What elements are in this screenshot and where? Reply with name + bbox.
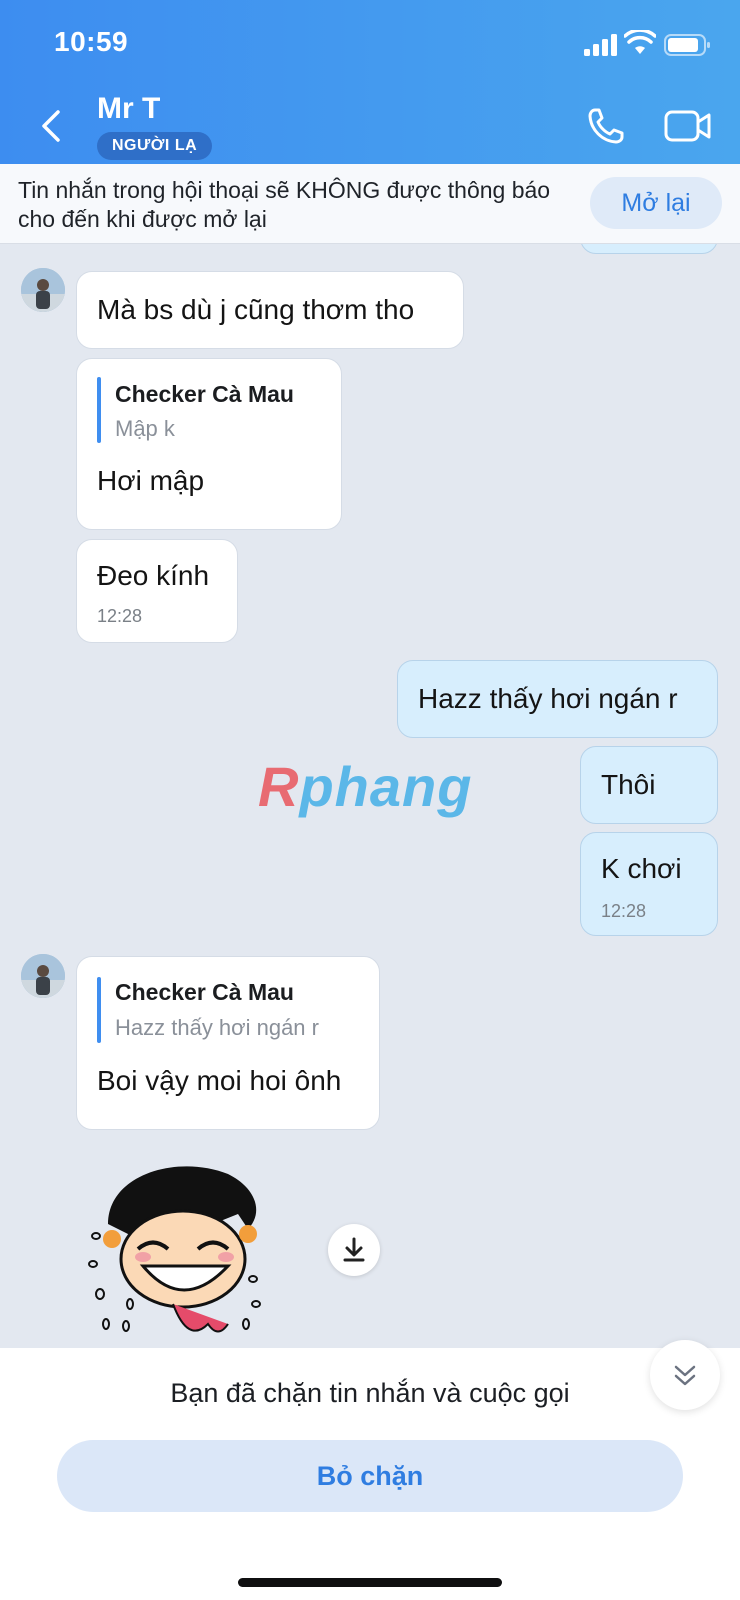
message-time: 12:28 [97, 606, 143, 626]
download-icon [343, 1237, 365, 1262]
message-text: Đeo kính [97, 560, 210, 591]
quote-bar [97, 377, 101, 443]
phone-icon[interactable] [586, 106, 626, 146]
sticker-image[interactable] [88, 1154, 273, 1348]
reopen-button[interactable]: Mở lại [590, 177, 722, 229]
message-bubble-reply[interactable]: Checker Cà Mau Hazz thấy hơi ngán r Boi … [76, 956, 380, 1130]
watermark-rest: phang [299, 755, 473, 818]
watermark-logo: Rphang [258, 754, 472, 819]
message-bubble-partial [580, 244, 718, 254]
download-button[interactable] [328, 1224, 380, 1276]
message-text: Hazz thấy hơi ngán r [418, 683, 678, 714]
blocked-panel: Bạn đã chặn tin nhắn và cuộc gọi Bỏ chặn [0, 1340, 740, 1600]
message-text: Thôi [601, 769, 656, 800]
quote-text: Hazz thấy hơi ngán r [115, 1015, 319, 1040]
notice-text: Tin nhắn trong hội thoại sẽ KHÔNG được t… [18, 177, 551, 232]
chat-header: 10:59 Mr T NGƯỜI LẠ [0, 0, 740, 164]
battery-icon [664, 34, 710, 56]
blocked-message: Bạn đã chặn tin nhắn và cuộc gọi [170, 1378, 570, 1408]
avatar[interactable] [21, 954, 65, 998]
quote-author: Checker Cà Mau [115, 979, 294, 1005]
message-bubble-mine[interactable]: Hazz thấy hơi ngán r [397, 660, 718, 738]
message-time: 12:28 [601, 901, 647, 921]
muted-notice: Tin nhắn trong hội thoại sẽ KHÔNG được t… [0, 164, 740, 244]
message-bubble[interactable]: Đeo kính 12:28 [76, 539, 238, 643]
message-bubble-mine[interactable]: Thôi [580, 746, 718, 824]
unblock-button[interactable]: Bỏ chặn [57, 1440, 683, 1512]
message-text: Hơi mập [97, 465, 205, 496]
message-bubble-reply[interactable]: Checker Cà Mau Mập k Hơi mập [76, 358, 342, 530]
signal-icon [584, 34, 617, 56]
message-bubble-mine[interactable]: K chơi 12:28 [580, 832, 718, 936]
stranger-badge: NGƯỜI LẠ [97, 132, 213, 160]
home-indicator[interactable] [238, 1578, 502, 1587]
avatar[interactable] [21, 268, 65, 312]
quote-text: Mập k [115, 416, 175, 441]
message-text: Boi vậy moi hoi ônh [97, 1065, 342, 1096]
chevron-double-down-icon [674, 1365, 696, 1386]
quote-author: Checker Cà Mau [115, 381, 294, 407]
message-bubble[interactable]: Mà bs dù j cũng thơm tho [76, 271, 464, 349]
wifi-icon [624, 30, 656, 54]
quote-bar [97, 977, 101, 1043]
message-list[interactable]: Mà bs dù j cũng thơm tho Checker Cà Mau … [0, 244, 740, 1348]
status-time: 10:59 [54, 26, 129, 57]
message-text: K chơi [601, 853, 682, 884]
contact-name[interactable]: Mr T [97, 92, 160, 126]
scroll-down-button[interactable] [650, 1340, 720, 1410]
video-call-icon[interactable] [664, 106, 712, 146]
watermark-first: R [258, 755, 300, 818]
message-text: Mà bs dù j cũng thơm tho [97, 294, 415, 325]
back-icon[interactable] [36, 106, 66, 146]
